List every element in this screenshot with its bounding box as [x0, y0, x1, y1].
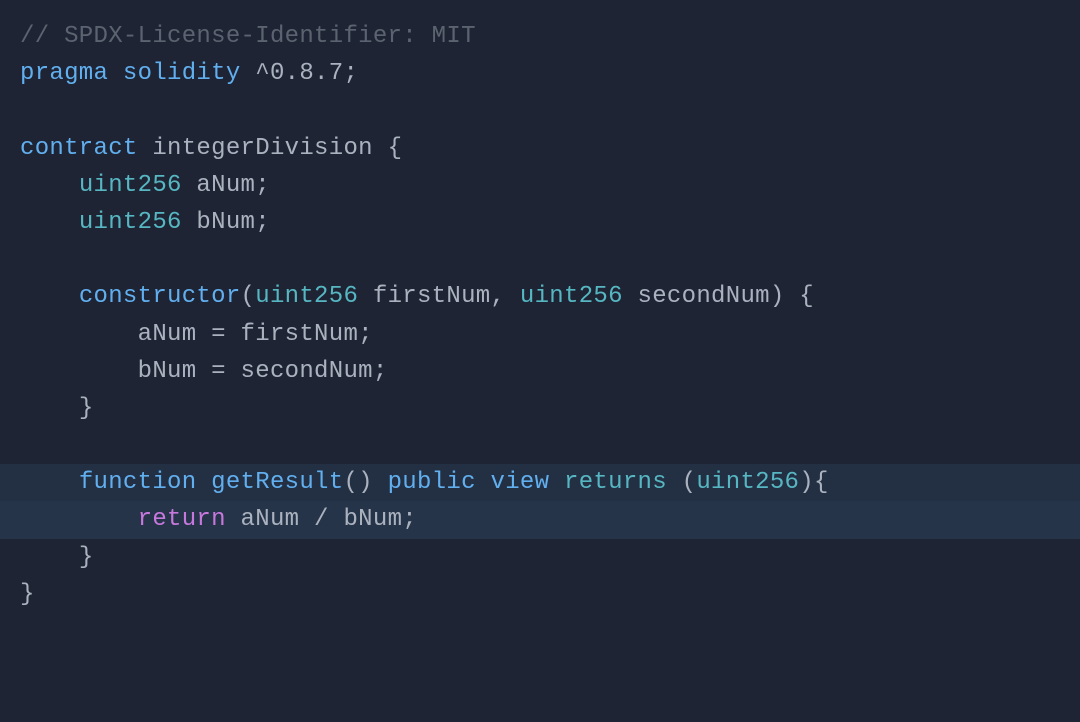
- param-secondNum: secondNum: [623, 283, 770, 310]
- version: ^0.8.7: [255, 60, 343, 87]
- code-line-14: return aNum / bNum;: [0, 501, 1080, 538]
- keyword-pragma: pragma: [20, 60, 108, 87]
- keyword-solidity: solidity: [123, 60, 241, 87]
- code-line-2: pragma solidity ^0.8.7;: [20, 55, 1060, 92]
- type-uint256: uint256: [79, 172, 182, 199]
- code-line-12: [20, 427, 1060, 464]
- code-line-11: }: [20, 390, 1060, 427]
- code-line-13: function getResult() public view returns…: [0, 464, 1080, 501]
- code-line-15: }: [20, 539, 1060, 576]
- code-line-9: aNum = firstNum;: [20, 316, 1060, 353]
- var-bNum: bNum: [182, 209, 256, 236]
- brace-close: }: [79, 544, 94, 571]
- type-uint256: uint256: [255, 283, 358, 310]
- brace-close: }: [79, 395, 94, 422]
- brace-close: }: [20, 581, 35, 608]
- code-line-3: [20, 92, 1060, 129]
- function-name: getResult: [196, 469, 343, 496]
- code-line-1: // SPDX-License-Identifier: MIT: [20, 18, 1060, 55]
- code-line-4: contract integerDivision {: [20, 130, 1060, 167]
- code-line-8: constructor(uint256 firstNum, uint256 se…: [20, 278, 1060, 315]
- code-line-10: bNum = secondNum;: [20, 353, 1060, 390]
- code-line-16: }: [20, 576, 1060, 613]
- keyword-public: public: [388, 469, 476, 496]
- type-uint256: uint256: [696, 469, 799, 496]
- keyword-constructor: constructor: [79, 283, 241, 310]
- var-aNum: aNum: [182, 172, 256, 199]
- return-expression: aNum / bNum;: [226, 506, 417, 533]
- code-line-5: uint256 aNum;: [20, 167, 1060, 204]
- type-uint256: uint256: [79, 209, 182, 236]
- contract-name: integerDivision: [152, 135, 373, 162]
- type-uint256: uint256: [520, 283, 623, 310]
- assignment: bNum = secondNum;: [138, 358, 388, 385]
- keyword-returns: returns: [564, 469, 667, 496]
- keyword-return: return: [138, 506, 226, 533]
- assignment: aNum = firstNum;: [138, 321, 373, 348]
- param-firstNum: firstNum: [358, 283, 490, 310]
- code-line-6: uint256 bNum;: [20, 204, 1060, 241]
- code-line-7: [20, 241, 1060, 278]
- keyword-view: view: [491, 469, 550, 496]
- keyword-contract: contract: [20, 135, 138, 162]
- comment: // SPDX-License-Identifier: MIT: [20, 23, 476, 50]
- keyword-function: function: [79, 469, 197, 496]
- code-editor[interactable]: // SPDX-License-Identifier: MIT pragma s…: [20, 18, 1060, 613]
